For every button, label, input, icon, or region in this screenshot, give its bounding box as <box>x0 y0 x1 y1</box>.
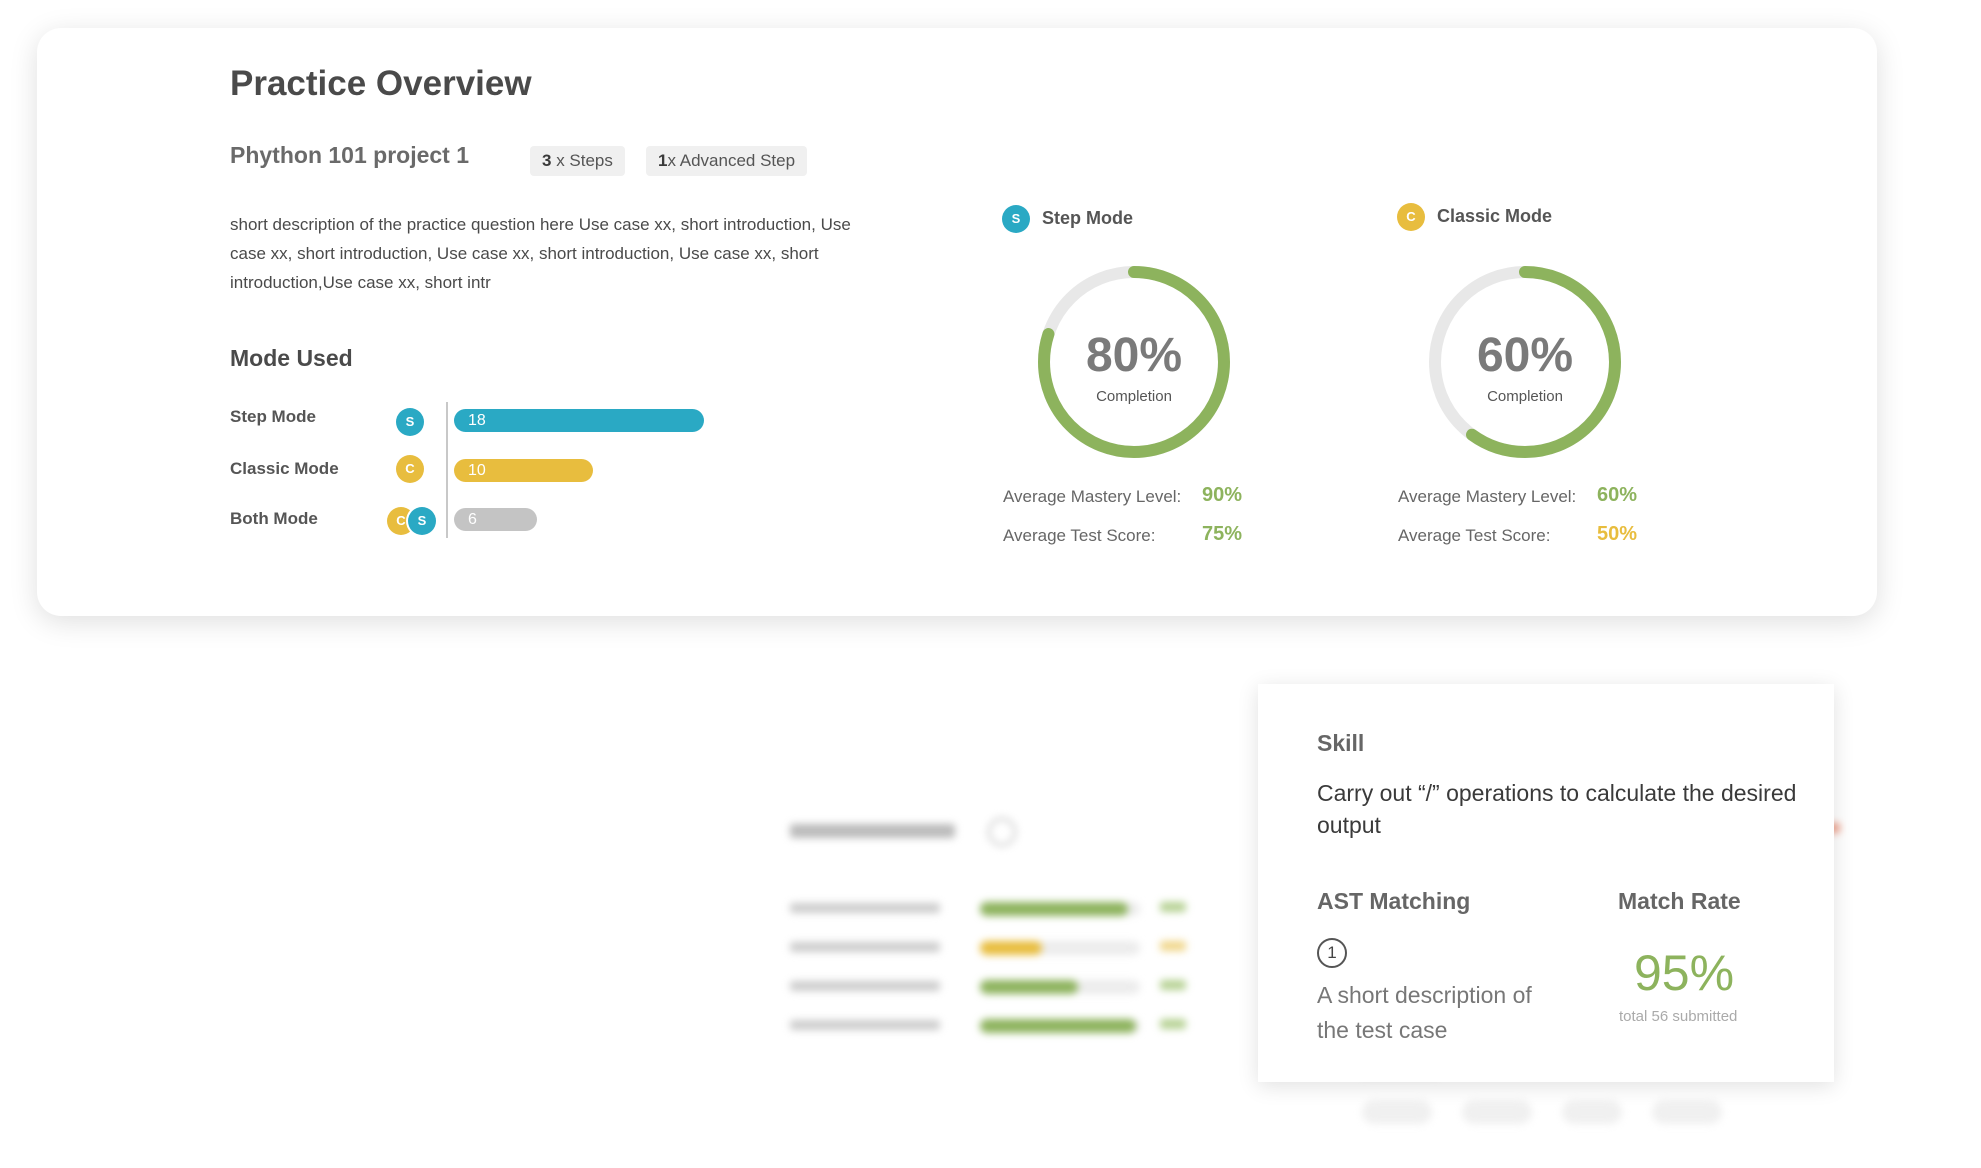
classic-mode-header: C Classic Mode <box>1397 203 1552 231</box>
step-mode-completion-value: 80% <box>1085 329 1183 382</box>
skill-detail-popup: Skill Carry out “/” operations to calcul… <box>1258 684 1834 1082</box>
step-mode-header-label: Step Mode <box>1042 207 1134 228</box>
blurred-chip <box>1652 1100 1722 1124</box>
blurred-label <box>790 942 940 952</box>
blurred-pct <box>1160 1019 1186 1029</box>
page-title: Practice Overview <box>230 64 532 103</box>
classic-mode-header-label: Classic Mode <box>1437 205 1553 226</box>
step-mode-bar: 18 <box>454 409 704 432</box>
blurred-info-icon <box>988 818 1016 846</box>
classic-mode-label: Classic Mode <box>230 459 339 478</box>
test-case-number: 1 <box>1317 938 1347 968</box>
ast-matching-heading: AST Matching <box>1317 888 1471 914</box>
practice-description: short description of the practice questi… <box>230 215 851 292</box>
step-mode-mastery-value: 90% <box>1202 484 1243 506</box>
blurred-fill <box>980 941 1042 955</box>
steps-chip: 3 x Steps <box>530 146 625 176</box>
project-name: Phython 101 project 1 <box>230 142 470 168</box>
classic-mode-test-value: 50% <box>1597 523 1638 545</box>
classic-mode-completion-donut: 60% Completion <box>1425 262 1625 462</box>
blurred-pct <box>1160 941 1186 951</box>
skill-heading: Skill <box>1317 730 1365 756</box>
blurred-fill <box>980 902 1128 916</box>
blurred-chip <box>1562 1100 1622 1124</box>
blurred-heading <box>790 824 955 838</box>
classic-mode-test-label: Average Test Score: <box>1398 526 1551 545</box>
classic-mode-badge: C <box>396 455 424 483</box>
steps-text: x Steps <box>551 151 613 170</box>
step-mode-header: S Step Mode <box>1002 205 1133 233</box>
advanced-steps-chip: 1x Advanced Step <box>646 146 808 176</box>
bar-axis <box>446 402 448 538</box>
step-mode-test-label: Average Test Score: <box>1003 526 1156 545</box>
blurred-label <box>790 903 940 913</box>
both-mode-bar: 6 <box>454 508 537 531</box>
step-mode-completion-label: Completion <box>1096 388 1172 405</box>
classic-mode-header-badge: C <box>1397 203 1425 231</box>
blurred-label <box>790 1020 940 1030</box>
step-mode-test-value: 75% <box>1202 523 1243 545</box>
match-rate-value: 95% <box>1634 945 1735 1001</box>
step-mode-header-badge: S <box>1002 205 1030 233</box>
step-mode-label: Step Mode <box>230 407 316 426</box>
skill-text: Carry out “/” operations to calculate th… <box>1317 780 1797 838</box>
both-mode-step-badge: S <box>408 507 436 535</box>
step-mode-completion-donut: 80% Completion <box>1034 262 1234 462</box>
blurred-fill <box>980 1019 1136 1033</box>
test-case-description: A short description of the test case <box>1317 982 1532 1043</box>
classic-mode-mastery-label: Average Mastery Level: <box>1398 487 1577 506</box>
blurred-pct <box>1160 902 1186 912</box>
classic-mode-bar: 10 <box>454 459 593 482</box>
step-mode-mastery-label: Average Mastery Level: <box>1003 487 1182 506</box>
blurred-chip <box>1362 1100 1432 1124</box>
match-rate-subtext: total 56 submitted <box>1619 1008 1738 1025</box>
both-mode-label: Both Mode <box>230 509 318 528</box>
classic-mode-mastery-value: 60% <box>1597 484 1638 506</box>
blurred-chip <box>1462 1100 1532 1124</box>
classic-mode-completion-label: Completion <box>1487 388 1563 405</box>
blurred-fill <box>980 980 1078 994</box>
blurred-pct <box>1160 980 1186 990</box>
advanced-steps-text: x Advanced Step <box>667 151 796 170</box>
mode-used-title: Mode Used <box>230 345 353 371</box>
classic-mode-completion-value: 60% <box>1476 329 1574 382</box>
match-rate-heading: Match Rate <box>1618 888 1741 914</box>
step-mode-badge: S <box>396 408 424 436</box>
blurred-label <box>790 981 940 991</box>
